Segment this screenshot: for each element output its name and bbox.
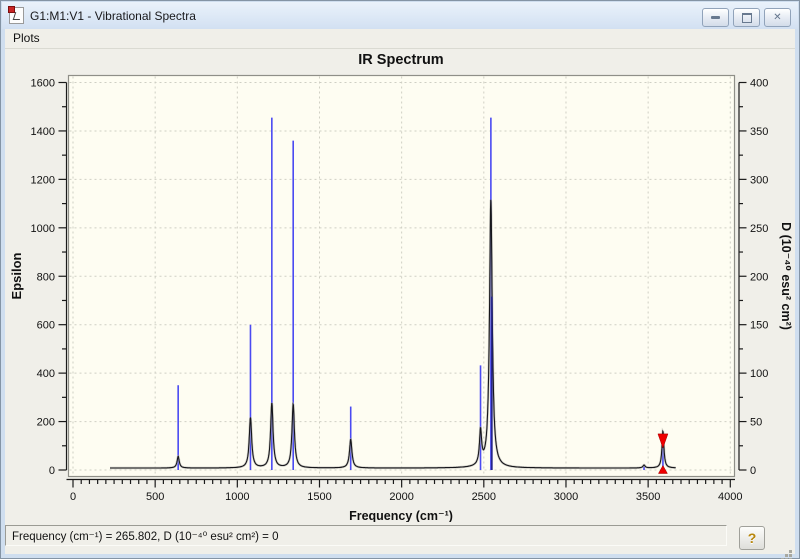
svg-text:4000: 4000 bbox=[718, 491, 742, 503]
svg-text:1000: 1000 bbox=[31, 223, 55, 235]
vibrational-spectra-window: G1:M1:V1 - Vibrational Spectra ✕ Plots 0… bbox=[0, 0, 800, 559]
svg-text:0: 0 bbox=[49, 465, 55, 477]
svg-text:1500: 1500 bbox=[307, 491, 331, 503]
left-axis-tick-labels: 0 200 400 600 800 1000 1200 1400 1600 bbox=[31, 78, 55, 478]
spectrum-chart[interactable]: 0 200 400 600 800 1000 1200 1400 1600 0 50 100 150 20… bbox=[1, 49, 800, 525]
menu-bar: Plots bbox=[5, 29, 795, 48]
help-icon: ? bbox=[747, 530, 757, 546]
svg-text:1600: 1600 bbox=[31, 78, 55, 90]
svg-text:1400: 1400 bbox=[31, 126, 55, 138]
svg-text:400: 400 bbox=[37, 368, 55, 380]
menu-item-plots[interactable]: Plots bbox=[5, 29, 48, 48]
minimize-button[interactable] bbox=[702, 8, 729, 27]
svg-text:200: 200 bbox=[750, 271, 768, 283]
bottom-axis-tick-labels: 0 500 1000 1500 2000 2500 3000 3500 4000 bbox=[70, 491, 743, 503]
restore-icon bbox=[741, 12, 752, 23]
svg-text:2000: 2000 bbox=[389, 491, 413, 503]
cursor-readout-field: Frequency (cm⁻¹) = 265.802, D (10⁻⁴⁰ esu… bbox=[5, 525, 727, 546]
help-button[interactable]: ? bbox=[739, 526, 765, 550]
svg-text:600: 600 bbox=[37, 320, 55, 332]
title-bar[interactable]: G1:M1:V1 - Vibrational Spectra ✕ bbox=[2, 2, 798, 29]
svg-text:100: 100 bbox=[750, 368, 768, 380]
chart-title: IR Spectrum bbox=[358, 52, 443, 68]
status-bar: Frequency (cm⁻¹) = 265.802, D (10⁻⁴⁰ esu… bbox=[5, 522, 795, 554]
minimize-icon bbox=[711, 16, 720, 19]
svg-text:350: 350 bbox=[750, 126, 768, 138]
svg-text:3500: 3500 bbox=[636, 491, 660, 503]
svg-text:1200: 1200 bbox=[31, 174, 55, 186]
svg-text:250: 250 bbox=[750, 223, 768, 235]
svg-text:50: 50 bbox=[750, 417, 762, 429]
right-axis-title: D (10⁻⁴⁰ esu² cm²) bbox=[779, 222, 793, 330]
close-button[interactable]: ✕ bbox=[764, 8, 791, 27]
chart-panel: 0 200 400 600 800 1000 1200 1400 1600 0 50 100 150 20… bbox=[5, 48, 795, 523]
svg-text:500: 500 bbox=[146, 491, 164, 503]
right-axis-tick-labels: 0 50 100 150 200 250 300 350 400 bbox=[750, 78, 768, 478]
right-axis bbox=[738, 81, 747, 471]
svg-text:400: 400 bbox=[750, 78, 768, 90]
left-axis bbox=[58, 81, 68, 471]
svg-text:300: 300 bbox=[750, 174, 768, 186]
svg-text:1000: 1000 bbox=[225, 491, 249, 503]
svg-text:3000: 3000 bbox=[554, 491, 578, 503]
window-title: G1:M1:V1 - Vibrational Spectra bbox=[30, 8, 196, 23]
resize-grip-icon[interactable] bbox=[789, 550, 792, 553]
svg-text:0: 0 bbox=[750, 465, 756, 477]
x-axis-title: Frequency (cm⁻¹) bbox=[349, 509, 453, 523]
left-axis-title: Epsilon bbox=[9, 252, 24, 299]
restore-button[interactable] bbox=[733, 8, 760, 27]
close-icon: ✕ bbox=[773, 12, 782, 23]
gaussview-document-icon bbox=[8, 6, 24, 24]
svg-text:150: 150 bbox=[750, 320, 768, 332]
svg-text:0: 0 bbox=[70, 491, 76, 503]
cursor-readout-text: Frequency (cm⁻¹) = 265.802, D (10⁻⁴⁰ esu… bbox=[12, 530, 279, 543]
bottom-axis bbox=[66, 478, 735, 488]
svg-text:800: 800 bbox=[37, 271, 55, 283]
svg-text:2500: 2500 bbox=[472, 491, 496, 503]
svg-text:200: 200 bbox=[37, 417, 55, 429]
